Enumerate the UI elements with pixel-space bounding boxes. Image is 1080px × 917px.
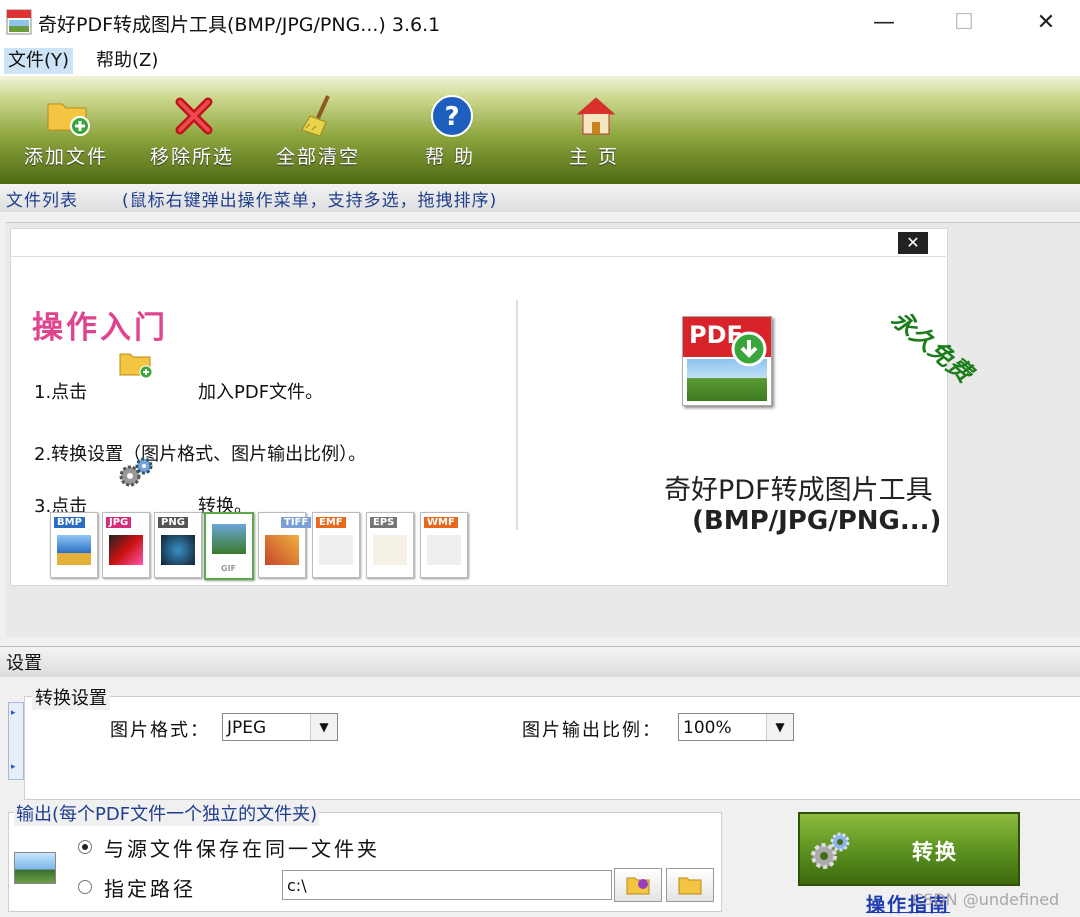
eps-label: EPS [370,517,398,528]
convert-button[interactable] [798,812,1020,886]
browse-button[interactable] [614,868,662,902]
guide-title: 操作入门 [32,310,168,346]
pdf-logo-icon: PDF [682,316,772,406]
minimize-button[interactable]: — [854,0,914,44]
same-folder-label[interactable]: 与源文件保存在同一文件夹 [104,833,380,862]
settings-title: 设置 [6,653,42,674]
guide-top-bar [10,228,946,257]
gif-format-icon: GIF [204,512,254,580]
red-x-icon [175,97,213,135]
menu-help[interactable]: 帮助(Z) [92,48,162,74]
remove-selected-button[interactable]: 移除所选 [132,76,252,184]
watermark: CSDN @undefined [912,890,1060,909]
guide-divider [516,300,518,530]
convert-label: 转换 [912,840,958,864]
emf-label: EMF [316,517,346,528]
jpg-format-icon: JPG [102,512,150,578]
png-label: PNG [158,517,188,528]
clear-all-label: 全部清空 [275,146,360,168]
file-list-hint: (鼠标右键弹出操作菜单，支持多选，拖拽排序) [122,191,498,211]
png-format-icon: PNG [154,512,202,578]
conversion-settings-legend: 转换设置 [32,684,110,710]
eps-format-icon: EPS [366,512,414,578]
add-file-button[interactable]: 添加文件 [6,76,126,184]
collapse-arrow-icon: ▸ [11,762,16,772]
output-image-icon [14,852,56,884]
gears-icon [811,832,850,869]
tiff-label: TIFF [281,517,312,528]
wmf-format-icon: WMF [420,512,468,578]
image-format-value: JPEG [227,718,267,738]
image-format-label: 图片格式： [110,720,210,741]
file-list-title: 文件列表 [6,191,78,211]
settings-header-bar [0,646,1080,677]
open-folder-button[interactable] [666,868,714,902]
bmp-format-icon: BMP [50,512,98,578]
image-format-select[interactable]: JPEG ▼ [222,713,338,741]
question-icon: ? [431,95,473,137]
toolbar: 添加文件 移除所选 全部清空 ? 帮 助 主 页 [0,76,1080,184]
broom-icon [301,95,330,137]
guide-close-button[interactable]: ✕ [898,232,928,254]
output-ratio-select[interactable]: 100% ▼ [678,713,794,741]
remove-selected-label: 移除所选 [149,146,234,168]
svg-text:?: ? [444,102,459,132]
step2-text: 2.转换设置（图片格式、图片输出比例）。 [34,444,367,465]
emf-format-icon: EMF [312,512,360,578]
tiff-format-icon: TIFF [258,512,312,578]
step1-text-b: 加入PDF文件。 [198,382,324,403]
home-label: 主 页 [568,146,620,168]
collapse-arrow-icon: ▸ [11,708,16,718]
download-arrow-icon [731,331,767,367]
help-label: 帮 助 [424,146,476,168]
folder-icon [678,877,702,895]
home-icon [576,97,616,135]
bmp-label: BMP [54,517,85,528]
close-button[interactable]: ✕ [1016,0,1076,44]
folder-add-icon [119,353,153,379]
output-legend: 输出(每个PDF文件一个独立的文件夹) [14,800,320,826]
conversion-settings-group [24,696,1080,800]
menu-file[interactable]: 文件(Y) [4,48,74,74]
jpg-label: JPG [106,517,132,528]
folder-add-icon [47,103,90,136]
step1-text-a: 1.点击 [34,382,88,403]
home-button[interactable]: 主 页 [534,76,654,184]
custom-path-radio[interactable] [78,880,92,894]
clear-all-button[interactable]: 全部清空 [258,76,378,184]
add-file-label: 添加文件 [23,146,108,168]
gears-icon [119,457,153,487]
wmf-label: WMF [424,517,458,528]
app-icon [6,9,32,35]
output-ratio-value: 100% [683,718,732,738]
help-button[interactable]: ? 帮 助 [390,76,510,184]
product-name: 奇好PDF转成图片工具 [664,475,933,506]
browse-folder-icon [626,877,650,895]
path-input[interactable]: c:\ [282,870,612,900]
gif-label: GIF [221,564,237,573]
product-formats: (BMP/JPG/PNG...) [692,506,942,536]
chevron-down-icon: ▼ [310,714,337,740]
output-ratio-label: 图片输出比例： [522,720,662,741]
same-folder-radio[interactable] [78,840,92,854]
custom-path-label[interactable]: 指定路径 [104,873,196,902]
window-title: 奇好PDF转成图片工具(BMP/JPG/PNG...) 3.6.1 [38,14,441,36]
maximize-button[interactable]: ☐ [934,0,994,44]
chevron-down-icon: ▼ [766,714,793,740]
